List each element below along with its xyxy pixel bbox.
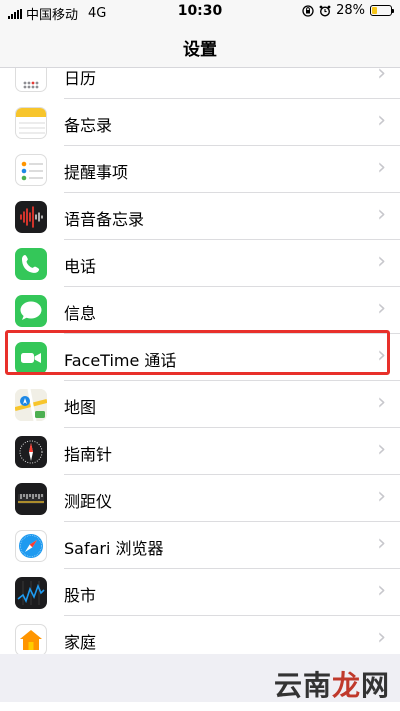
chevron-right-icon: › xyxy=(377,249,386,274)
chevron-right-icon: › xyxy=(377,343,386,368)
settings-row-label: 指南针 xyxy=(64,445,113,464)
settings-row-label: 地图 xyxy=(64,398,97,417)
phone-icon xyxy=(15,248,47,280)
watermark-text-2: 龙 xyxy=(331,669,361,702)
nav-bar: 设置 xyxy=(0,24,400,68)
settings-list[interactable]: 日历 › 备忘录 › 提醒事项 › 语音备忘录 › 电话 › 信息 › Face… xyxy=(0,68,400,654)
maps-icon xyxy=(15,389,47,421)
settings-row-measure[interactable]: 测距仪 › xyxy=(0,475,400,522)
chevron-right-icon: › xyxy=(377,390,386,415)
chevron-right-icon: › xyxy=(377,155,386,180)
settings-row-facetime[interactable]: FaceTime 通话 › xyxy=(0,334,400,381)
chevron-right-icon: › xyxy=(377,108,386,133)
voice-memos-icon xyxy=(15,201,47,233)
settings-row-label: 语音备忘录 xyxy=(64,210,145,229)
watermark-text-1: 云南 xyxy=(273,669,332,702)
settings-row-label: 日历 xyxy=(64,69,97,88)
settings-row-home[interactable]: 家庭 › xyxy=(0,616,400,654)
settings-row-label: 股市 xyxy=(64,586,97,605)
reminders-icon xyxy=(15,154,47,186)
facetime-icon xyxy=(15,342,47,374)
settings-row-label: 家庭 xyxy=(64,633,97,652)
chevron-right-icon: › xyxy=(377,484,386,509)
settings-row-calendar[interactable]: 日历 › xyxy=(0,68,400,99)
settings-row-voice-memos[interactable]: 语音备忘录 › xyxy=(0,193,400,240)
alarm-icon xyxy=(319,5,331,17)
battery-fill xyxy=(372,7,377,14)
status-bar: 中国移动 4G 10:30 28% xyxy=(0,0,400,24)
chevron-right-icon: › xyxy=(377,578,386,603)
settings-row-notes[interactable]: 备忘录 › xyxy=(0,99,400,146)
chevron-right-icon: › xyxy=(377,296,386,321)
battery-percent: 28% xyxy=(336,3,365,18)
stocks-icon xyxy=(15,577,47,609)
chevron-right-icon: › xyxy=(377,437,386,462)
settings-row-compass[interactable]: 指南针 › xyxy=(0,428,400,475)
settings-row-maps[interactable]: 地图 › xyxy=(0,381,400,428)
settings-row-reminders[interactable]: 提醒事项 › xyxy=(0,146,400,193)
settings-row-messages[interactable]: 信息 › xyxy=(0,287,400,334)
chevron-right-icon: › xyxy=(377,202,386,227)
chevron-right-icon: › xyxy=(377,625,386,650)
compass-icon xyxy=(15,436,47,468)
rotation-lock-icon xyxy=(302,4,314,17)
settings-row-stocks[interactable]: 股市 › xyxy=(0,569,400,616)
messages-icon xyxy=(15,295,47,327)
notes-icon xyxy=(15,107,47,139)
chevron-right-icon: › xyxy=(377,531,386,556)
measure-icon xyxy=(15,483,47,515)
calendar-icon xyxy=(15,68,47,92)
chevron-right-icon: › xyxy=(377,68,386,86)
settings-row-label: 测距仪 xyxy=(64,492,113,511)
settings-row-label: 备忘录 xyxy=(64,116,113,135)
watermark-logo: 云南龙网 xyxy=(274,664,390,704)
settings-row-label: FaceTime 通话 xyxy=(64,351,177,370)
settings-row-phone[interactable]: 电话 › xyxy=(0,240,400,287)
settings-row-label: 电话 xyxy=(64,257,97,276)
status-right: 28% xyxy=(302,3,394,18)
home-icon xyxy=(15,624,47,654)
watermark-text-3: 网 xyxy=(360,669,390,702)
page-title: 设置 xyxy=(183,40,217,60)
battery-icon xyxy=(370,5,394,16)
settings-row-label: 提醒事项 xyxy=(64,163,129,182)
settings-row-label: 信息 xyxy=(64,304,97,323)
settings-row-safari[interactable]: Safari 浏览器 › xyxy=(0,522,400,569)
safari-icon xyxy=(15,530,47,562)
settings-row-label: Safari 浏览器 xyxy=(64,539,164,558)
